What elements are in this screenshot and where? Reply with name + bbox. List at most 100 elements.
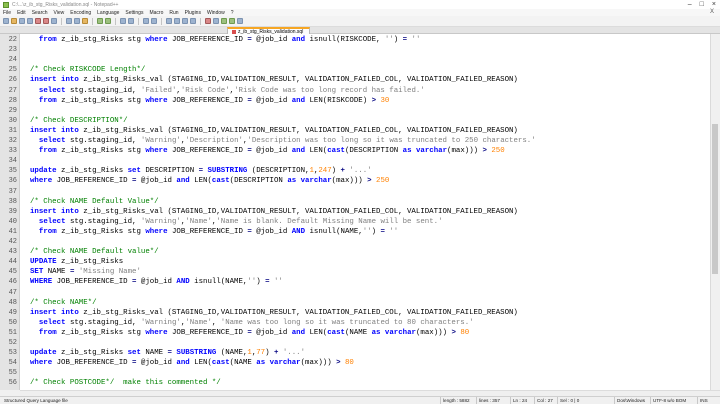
status-encoding: UTF-8 w/o BOM — [650, 397, 686, 404]
line-number: 34 — [8, 157, 17, 166]
line-number: 51 — [8, 328, 17, 337]
line-number: 54 — [8, 359, 17, 368]
menu-settings[interactable]: Settings — [125, 10, 143, 16]
line-number: 32 — [8, 137, 17, 145]
line-number: 27 — [8, 86, 17, 95]
undo-icon[interactable] — [97, 18, 103, 24]
menu-search[interactable]: Search — [32, 10, 48, 16]
menu-plugins[interactable]: Plugins — [185, 10, 201, 16]
save-all-icon[interactable] — [27, 18, 33, 24]
show-all-chars-icon[interactable] — [182, 18, 188, 24]
status-eol: Dos\Windows — [614, 397, 645, 404]
print-icon[interactable] — [51, 18, 57, 24]
menu-run[interactable]: Run — [169, 10, 178, 16]
code-text: select stg.staging_id, 'Warning','Name',… — [38, 318, 474, 327]
code-area[interactable]: 22 from z_ib_stg_Risks stg where JOB_REFE… — [9, 34, 720, 390]
toolbar — [0, 16, 720, 27]
minimize-button[interactable]: – — [688, 1, 692, 8]
close-all-icon[interactable] — [43, 18, 49, 24]
line-number: 22 — [8, 36, 17, 44]
close-document-button[interactable]: X — [710, 9, 714, 15]
code-text: select stg.staging_id, 'Failed','Risk Co… — [38, 86, 425, 95]
code-text: insert into z_ib_stg_Risks_val (STAGING_… — [30, 76, 518, 85]
menu-window[interactable]: Window — [207, 10, 225, 16]
line-number: 41 — [8, 227, 17, 236]
new-file-icon[interactable] — [3, 18, 9, 24]
close-button[interactable]: × — [712, 1, 716, 8]
save-macro-icon[interactable] — [237, 18, 243, 24]
code-text: where JOB_REFERENCE_ID = @job_id and LEN… — [30, 177, 390, 186]
cut-icon[interactable] — [66, 18, 72, 24]
line-number: 42 — [8, 238, 17, 246]
line-number: 49 — [8, 308, 17, 317]
status-selection: Sel : 0 | 0 — [557, 397, 579, 404]
toolbar-separator — [61, 17, 62, 25]
code-editor[interactable]: 22 from z_ib_stg_Risks stg where JOB_REFE… — [0, 34, 720, 390]
menu-view[interactable]: View — [54, 10, 65, 16]
code-text: /* Check NAME Default Value*/ — [30, 197, 159, 206]
close-icon[interactable] — [35, 18, 41, 24]
zoom-out-icon[interactable] — [151, 18, 157, 24]
code-text: from z_ib_stg_Risks stg where JOB_REFERE… — [38, 96, 390, 105]
zoom-in-icon[interactable] — [143, 18, 149, 24]
status-column: Col : 27 — [534, 397, 553, 404]
code-text: /* Check POSTCODE*/ make this commented … — [30, 379, 221, 388]
menu-language[interactable]: Language — [97, 10, 119, 16]
code-text: insert into z_ib_stg_Risks_val (STAGING_… — [30, 308, 518, 317]
menu-file[interactable]: File — [3, 10, 11, 16]
open-file-icon[interactable] — [11, 18, 17, 24]
replace-icon[interactable] — [128, 18, 134, 24]
line-number: 55 — [8, 369, 17, 378]
line-number: 56 — [8, 379, 17, 388]
line-number: 31 — [8, 126, 17, 135]
menu-macro[interactable]: Macro — [149, 10, 163, 16]
status-lines: lines : 357 — [476, 397, 500, 404]
run-macro-multiple-icon[interactable] — [229, 18, 235, 24]
code-text: UPDATE z_ib_stg_Risks — [30, 258, 124, 267]
line-number: 48 — [8, 298, 17, 307]
line-number: 28 — [8, 96, 17, 105]
redo-icon[interactable] — [105, 18, 111, 24]
toolbar-separator — [161, 17, 162, 25]
vertical-scrollbar-thumb[interactable] — [712, 124, 718, 274]
line-number: 43 — [8, 248, 17, 257]
line-number: 53 — [8, 349, 17, 358]
code-text: insert into z_ib_stg_Risks_val (STAGING_… — [30, 207, 518, 216]
status-insert-mode: INS — [697, 397, 708, 404]
line-number: 44 — [8, 258, 17, 267]
line-number: 38 — [8, 197, 17, 206]
line-number: 46 — [8, 278, 17, 287]
code-text: from z_ib_stg_Risks stg where JOB_REFERE… — [38, 328, 470, 337]
menu-encoding[interactable]: Encoding — [70, 10, 91, 16]
status-length: length : 5882 — [440, 397, 470, 404]
play-macro-icon[interactable] — [221, 18, 227, 24]
record-macro-icon[interactable] — [205, 18, 211, 24]
tab-bar: z_ib_stg_Risks_validation.sql — [0, 27, 720, 35]
code-text: update z_ib_stg_Risks set DESCRIPTION = … — [30, 167, 372, 176]
line-number: 29 — [8, 106, 17, 115]
maximize-button[interactable]: □ — [700, 1, 704, 8]
code-text: from z_ib_stg_Risks stg where JOB_REFERE… — [38, 147, 505, 156]
line-number: 23 — [8, 46, 17, 55]
line-number: 50 — [8, 318, 17, 327]
menu-bar: File Edit Search View Encoding Language … — [0, 9, 720, 16]
vertical-scrollbar[interactable] — [710, 34, 720, 390]
code-text: update z_ib_stg_Risks set NAME = SUBSTRI… — [30, 349, 306, 358]
save-icon[interactable] — [19, 18, 25, 24]
line-number: 33 — [8, 147, 17, 156]
indent-guide-icon[interactable] — [190, 18, 196, 24]
menu-help[interactable]: ? — [231, 10, 234, 16]
toolbar-separator — [200, 17, 201, 25]
word-wrap-icon[interactable] — [174, 18, 180, 24]
copy-icon[interactable] — [74, 18, 80, 24]
find-icon[interactable] — [120, 18, 126, 24]
status-line-number: Ln : 24 — [510, 397, 527, 404]
paste-icon[interactable] — [82, 18, 88, 24]
line-number: 37 — [8, 187, 17, 196]
code-text: insert into z_ib_stg_Risks_val (STAGING_… — [30, 126, 518, 135]
stop-macro-icon[interactable] — [213, 18, 219, 24]
code-text: from z_ib_stg_Risks stg where JOB_REFERE… — [38, 36, 421, 44]
menu-edit[interactable]: Edit — [17, 10, 26, 16]
tab-active-file[interactable]: z_ib_stg_Risks_validation.sql — [227, 27, 311, 35]
sync-scroll-icon[interactable] — [166, 18, 172, 24]
